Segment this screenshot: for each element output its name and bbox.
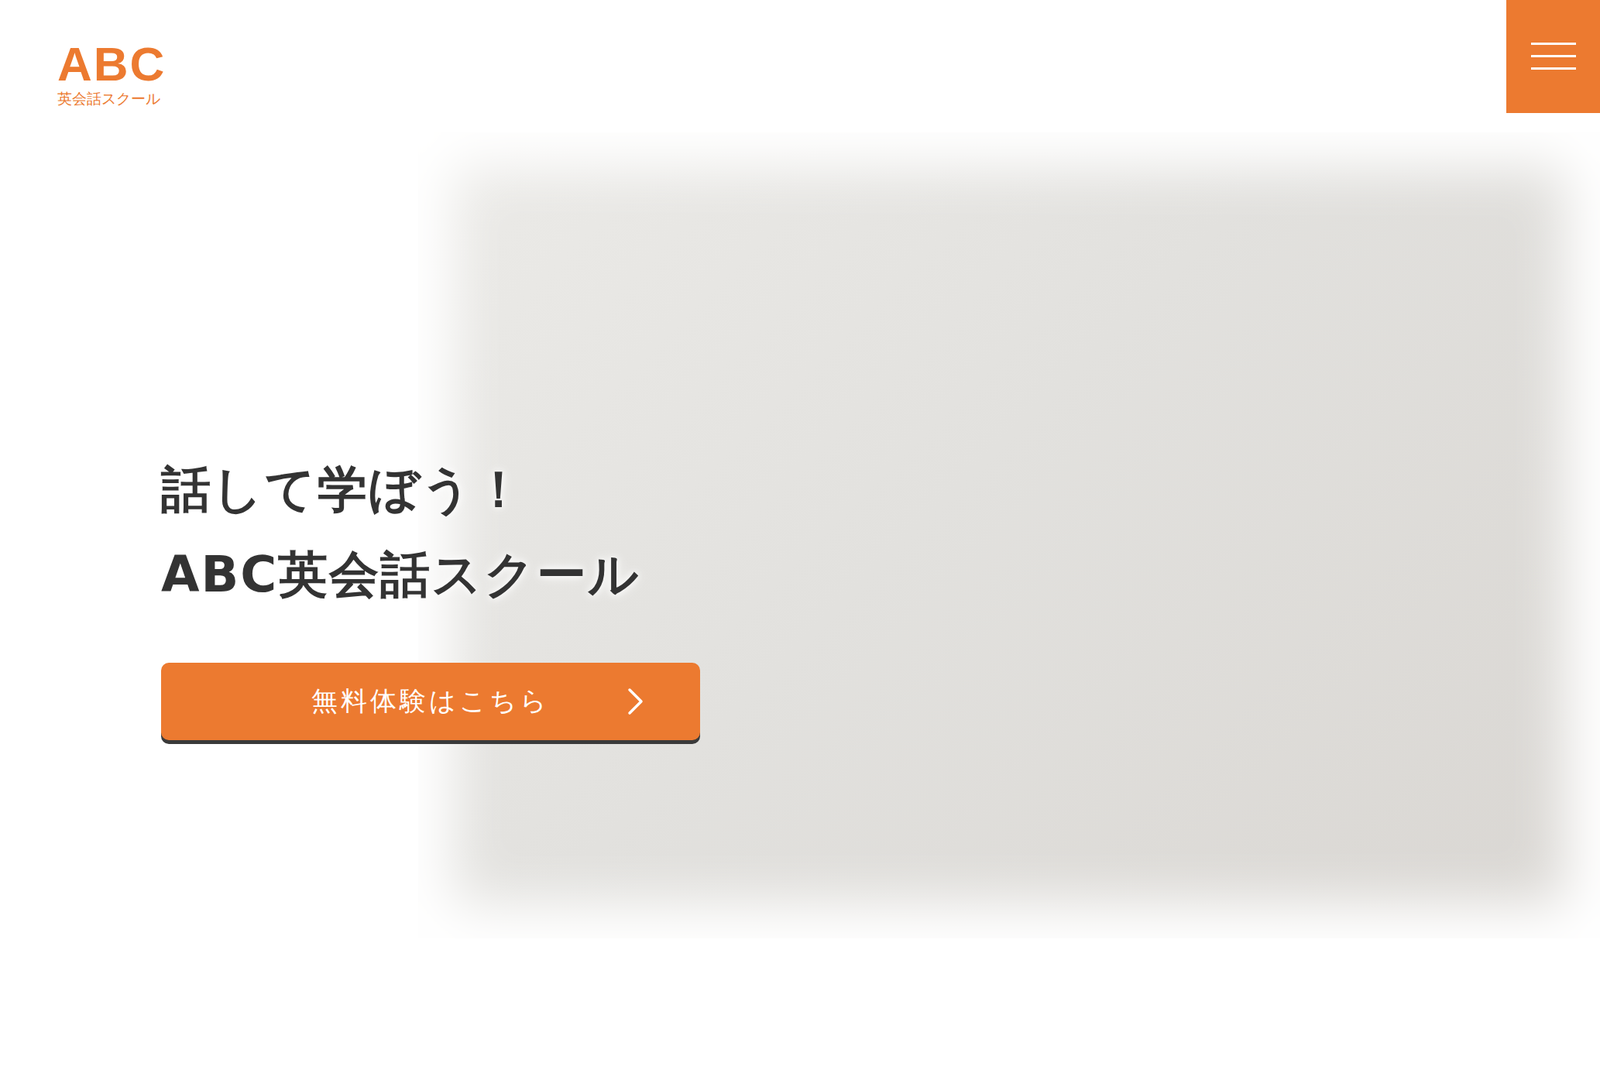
chevron-right-icon — [627, 687, 645, 716]
free-trial-button[interactable]: 無料体験はこちら — [161, 662, 701, 741]
page: ABC英会話スクール話して学ぼう！ABC英会話スクール無料体験はこちら — [0, 0, 1600, 1087]
hamburger-icon — [1531, 41, 1576, 73]
site-header: ABC英会話スクール — [0, 0, 1600, 114]
logo-subtitle: 英会話スクール — [57, 89, 161, 108]
menu-button[interactable] — [1506, 0, 1600, 114]
hero-photo — [418, 132, 1600, 939]
hero-content: 話して学ぼう！ABC英会話スクール無料体験はこちら — [161, 446, 701, 741]
hero: 話して学ぼう！ABC英会話スクール無料体験はこちら — [0, 132, 1600, 939]
free-trial-label: 無料体験はこちら — [311, 683, 550, 720]
logo-mark: ABC — [57, 40, 166, 89]
hero-title: 話して学ぼう！ABC英会話スクール — [161, 446, 701, 618]
hero-title-line: ABC英会話スクール — [161, 532, 701, 618]
logo[interactable]: ABC英会話スクール — [0, 0, 166, 108]
hero-title-line: 話して学ぼう！ — [161, 446, 701, 533]
